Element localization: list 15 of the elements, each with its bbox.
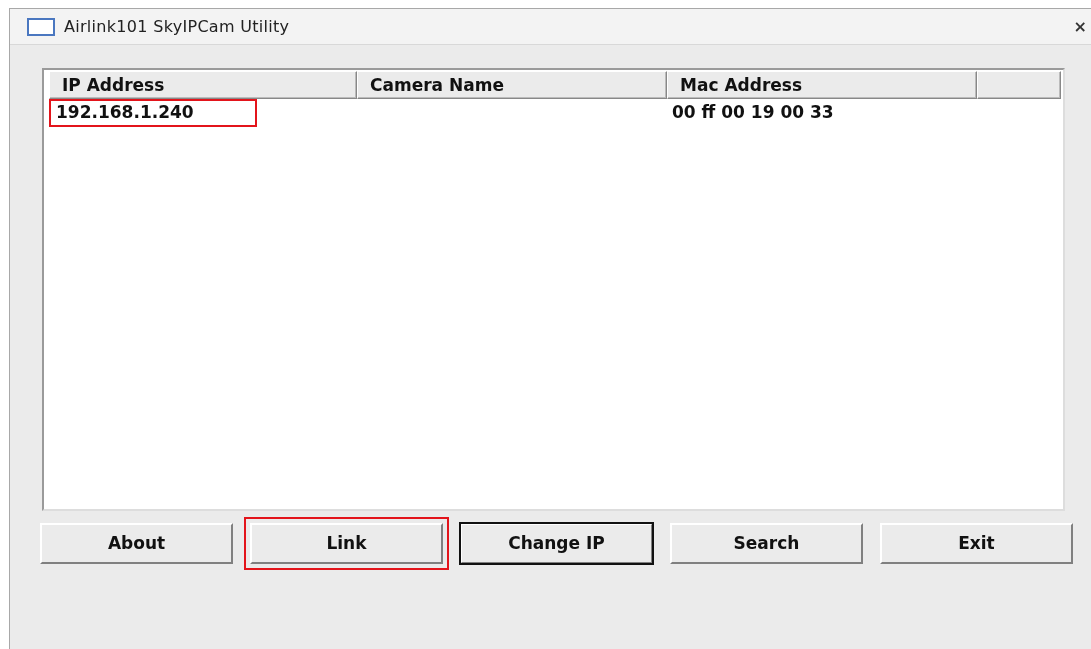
close-button[interactable]: × — [1073, 14, 1091, 39]
column-header[interactable]: Camera Name — [357, 71, 667, 99]
column-header[interactable]: IP Address — [49, 71, 357, 99]
window-icon — [27, 17, 55, 36]
column-header[interactable] — [977, 71, 1061, 99]
table-cell[interactable]: 192.168.1.240 — [49, 99, 257, 127]
dialog-button[interactable]: About — [40, 523, 233, 564]
column-header[interactable]: Mac Address — [667, 71, 977, 99]
dialog-button[interactable]: Search — [670, 523, 863, 564]
dialog-button[interactable]: Link — [250, 523, 443, 564]
window-title: Airlink101 SkyIPCam Utility — [64, 15, 290, 38]
table-row[interactable]: 192.168.1.240 00 ff 00 19 00 33 — [49, 99, 1063, 127]
dialog-button[interactable]: Exit — [880, 523, 1073, 564]
table-cell[interactable]: 00 ff 00 19 00 33 — [667, 99, 977, 127]
dialog-button[interactable]: Change IP — [460, 523, 653, 564]
